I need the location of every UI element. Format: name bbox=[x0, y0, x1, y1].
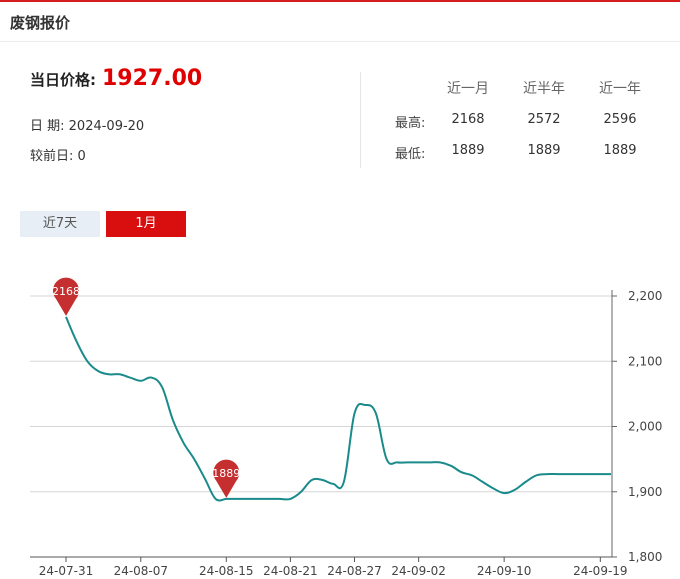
stats-high-halfyear: 2572 bbox=[527, 112, 561, 127]
stats-header-halfyear: 近半年 bbox=[523, 81, 565, 97]
stats-high-year: 2596 bbox=[603, 112, 637, 127]
x-tick-label: 24-09-19 bbox=[573, 564, 627, 578]
date-value: 2024-09-20 bbox=[68, 119, 145, 134]
x-tick-label: 24-08-15 bbox=[199, 564, 253, 578]
prev-day-label: 较前日: bbox=[30, 149, 74, 164]
price-row: 当日价格: 1927.00 bbox=[30, 66, 202, 96]
tab-1month[interactable]: 1月 bbox=[106, 211, 186, 237]
price-value: 1927.00 bbox=[102, 66, 203, 91]
price-series-line bbox=[65, 316, 611, 502]
pin-label: 1889 bbox=[212, 467, 240, 480]
chart-markers: 2168 1889 bbox=[52, 277, 240, 498]
prev-day-value: 0 bbox=[77, 149, 86, 164]
price-line-chart: 1,800 1,900 2,000 2,100 2,200 24-07-31 24-08-… bbox=[30, 277, 662, 578]
range-tabs: 近7天 1月 bbox=[20, 211, 192, 237]
y-tick-label: 2,000 bbox=[628, 420, 662, 434]
x-tick-label: 24-08-21 bbox=[263, 564, 317, 578]
stats-header-year: 近一年 bbox=[599, 81, 641, 97]
x-tick-label: 24-07-31 bbox=[39, 564, 93, 578]
x-tick-label: 24-09-02 bbox=[391, 564, 445, 578]
x-tick-label: 24-09-10 bbox=[477, 564, 531, 578]
x-tick-label: 24-08-27 bbox=[327, 564, 381, 578]
stats-low-halfyear: 1889 bbox=[527, 143, 561, 158]
price-label: 当日价格: bbox=[30, 71, 96, 89]
y-tick-label: 1,900 bbox=[628, 485, 662, 499]
stats-low-month: 1889 bbox=[451, 143, 485, 158]
stats-header-month: 近一月 bbox=[447, 81, 489, 97]
tab-7days[interactable]: 近7天 bbox=[20, 211, 100, 237]
x-tick-label: 24-08-07 bbox=[114, 564, 168, 578]
x-axis: 24-07-31 24-08-07 24-08-15 24-08-21 24-08-27… bbox=[30, 556, 628, 578]
y-axis: 1,800 1,900 2,000 2,100 2,200 bbox=[611, 289, 662, 564]
date-row: 日 期: 2024-09-20 bbox=[30, 115, 144, 134]
vertical-divider bbox=[360, 72, 361, 168]
page-title: 废钢报价 bbox=[10, 14, 71, 32]
y-tick-label: 1,800 bbox=[628, 550, 662, 564]
stats-low-year: 1889 bbox=[603, 143, 637, 158]
y-tick-label: 2,100 bbox=[628, 354, 662, 368]
date-label: 日 期: bbox=[30, 119, 65, 134]
pin-label: 2168 bbox=[52, 285, 80, 298]
prev-day-row: 较前日: 0 bbox=[30, 145, 86, 164]
value-pin-marker: 2168 bbox=[52, 277, 80, 316]
chart-grid bbox=[30, 295, 612, 493]
stats-high-month: 2168 bbox=[451, 112, 485, 127]
y-tick-label: 2,200 bbox=[628, 289, 662, 303]
header-bar: 废钢报价 bbox=[0, 2, 680, 42]
